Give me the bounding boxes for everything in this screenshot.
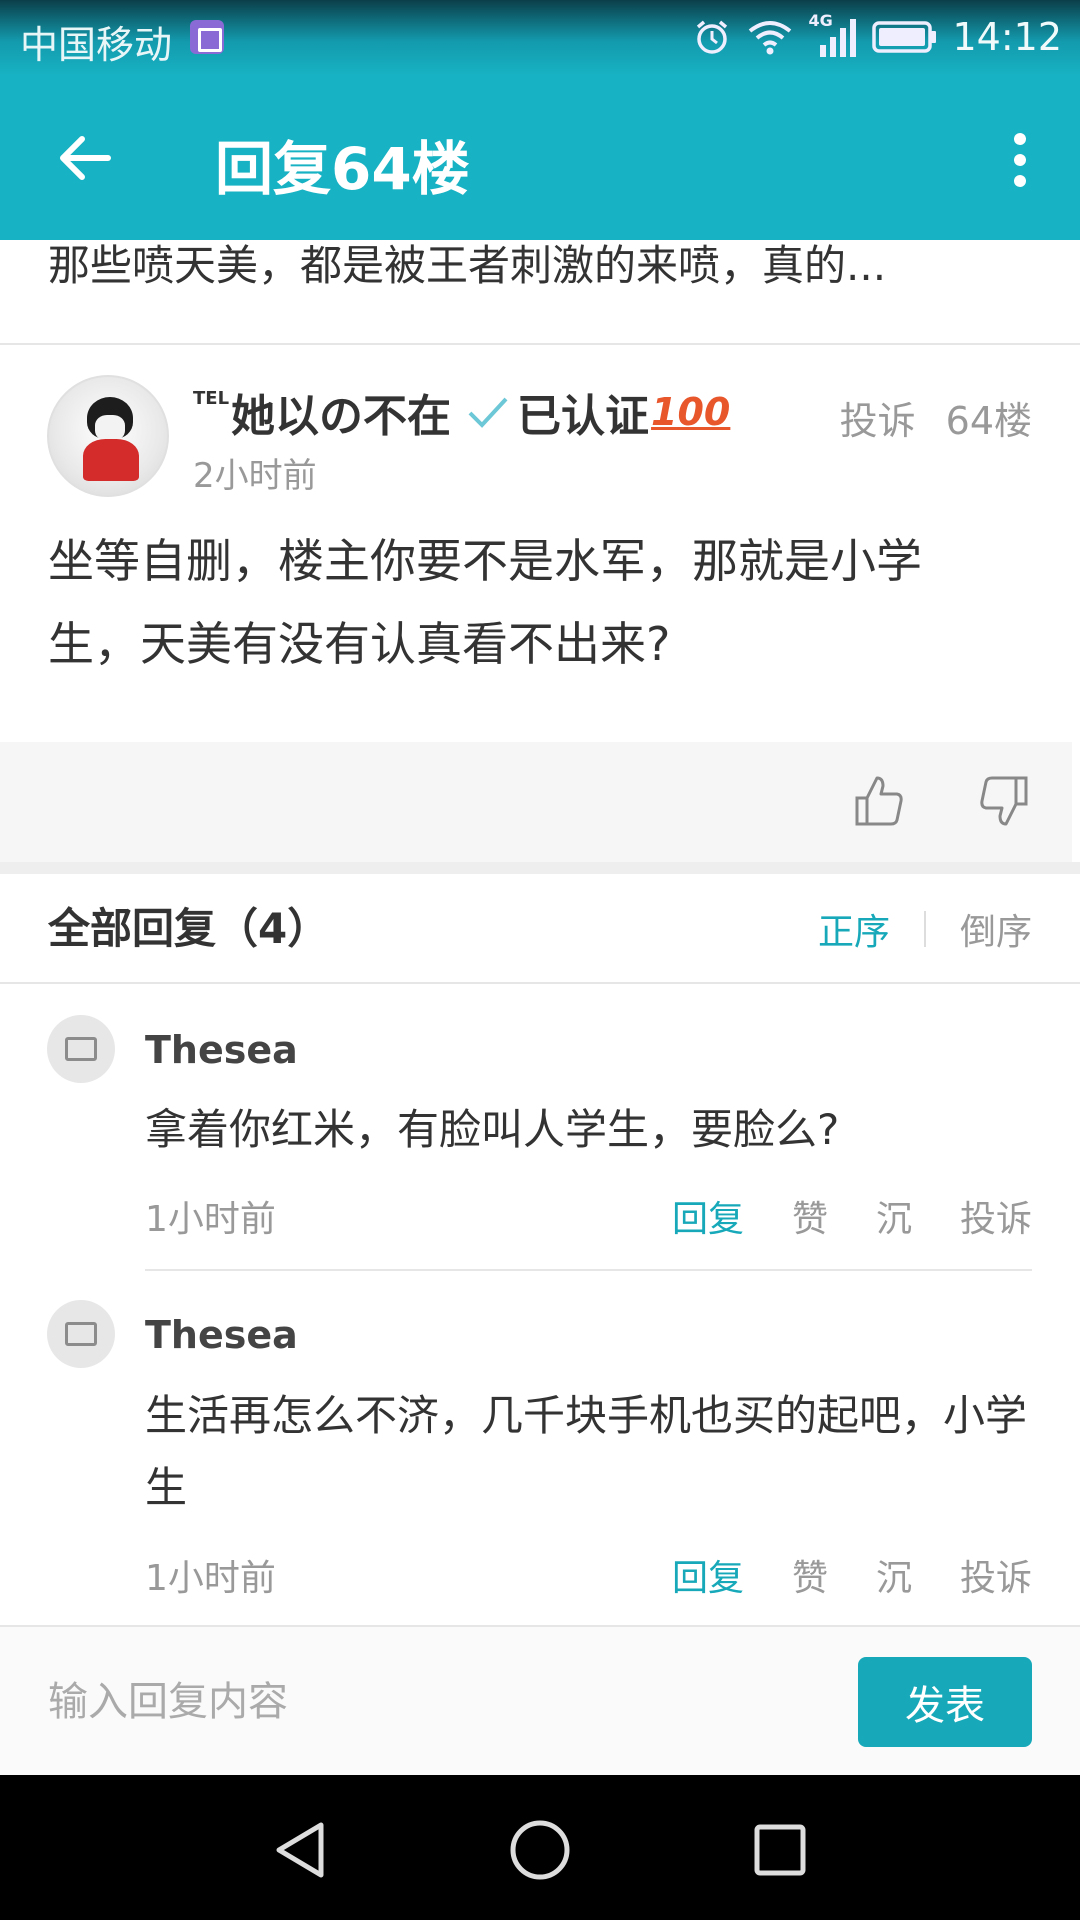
reply-author[interactable]: Thesea (145, 1313, 298, 1357)
reply-time: 1小时前 (145, 1558, 276, 1599)
all-replies-title: 全部回复（4） (48, 904, 330, 953)
reply-author[interactable]: Thesea (145, 1028, 298, 1072)
report-button[interactable]: 投诉 (960, 1190, 1032, 1242)
report-button[interactable]: 投诉 (840, 390, 916, 445)
reply-text: 生活再怎么不济，几千块手机也买的起吧，小学生 (145, 1391, 1028, 1512)
dislike-button[interactable] (978, 774, 1030, 828)
post-action-bar (0, 742, 1072, 862)
report-button[interactable]: 投诉 (960, 1549, 1032, 1601)
post-author[interactable]: TEL 她以の不在 已认证 100 (193, 380, 730, 444)
reply-actions: 回复 赞 沉 投诉 (672, 1549, 1032, 1601)
triangle-back-icon (276, 1822, 324, 1878)
divider (0, 982, 1080, 984)
like-button[interactable]: 赞 (792, 1549, 828, 1601)
avatar[interactable] (47, 1300, 115, 1368)
nav-recents-button[interactable] (735, 1805, 825, 1895)
sort-ascending-button[interactable]: 正序 (818, 903, 890, 955)
thumbs-down-icon (980, 776, 1028, 826)
clock: 14:12 (952, 15, 1062, 59)
page-title: 回复64楼 (215, 135, 470, 203)
verified-label: 已认证 (517, 391, 650, 442)
verified-check-icon (468, 397, 508, 428)
back-button[interactable] (50, 123, 120, 193)
reply-button[interactable]: 回复 (672, 1190, 744, 1242)
wifi-icon (749, 21, 792, 55)
post-meta: 投诉 64楼 (840, 390, 1032, 445)
reply-actions: 回复 赞 沉 投诉 (672, 1190, 1032, 1242)
arrow-left-icon (60, 136, 111, 180)
divider (145, 1269, 1032, 1271)
status-bar: 中国移动 4G 14:12 (0, 0, 1080, 75)
reply-input[interactable] (48, 1657, 828, 1747)
nav-back-button[interactable] (255, 1805, 345, 1895)
floor-number: 64楼 (945, 399, 1032, 443)
square-recents-icon (754, 1824, 806, 1876)
system-nav-bar (0, 1775, 1080, 1920)
send-button[interactable]: 发表 (858, 1657, 1032, 1747)
reply-input-bar: 发表 (0, 1625, 1080, 1775)
carrier-label: 中国移动 (20, 23, 173, 67)
signal-icon: 4G (808, 11, 858, 59)
avatar[interactable] (47, 1015, 115, 1083)
post-content: 坐等自删，楼主你要不是水军，那就是小学生，天美有没有认真看不出来? (48, 534, 922, 671)
like-button[interactable] (853, 774, 905, 828)
sort-descending-button[interactable]: 倒序 (960, 903, 1032, 955)
divider (0, 343, 1080, 345)
divider (923, 911, 926, 947)
sink-button[interactable]: 沉 (876, 1190, 912, 1242)
more-options-button[interactable] (1000, 125, 1040, 195)
hundred-points-badge: 100 (651, 390, 731, 434)
more-vertical-icon (1014, 133, 1026, 145)
sink-button[interactable]: 沉 (876, 1549, 912, 1601)
username-prefix: TEL (193, 387, 230, 409)
post-time: 2小时前 (193, 456, 317, 496)
section-separator (0, 862, 1080, 874)
nav-home-button[interactable] (495, 1805, 585, 1895)
sort-options: 正序 倒序 (818, 903, 1032, 955)
gallery-notification-icon (190, 20, 224, 54)
thumbs-up-icon (855, 776, 903, 826)
username: 她以の不在 (231, 391, 452, 442)
status-icons: 4G 14:12 (692, 10, 1062, 64)
reply-time: 1小时前 (145, 1199, 276, 1240)
app-bar: 回复64楼 (0, 75, 1080, 240)
reply-button[interactable]: 回复 (672, 1549, 744, 1601)
reply-text: 拿着你红米，有脸叫人学生，要脸么? (145, 1105, 840, 1154)
alarm-icon (697, 20, 728, 54)
battery-icon (872, 21, 937, 53)
avatar[interactable] (47, 375, 169, 497)
previous-reply-preview[interactable]: 那些喷天美，都是被王者刺激的来喷，真的... (48, 232, 1038, 293)
circle-home-icon (510, 1820, 570, 1880)
like-button[interactable]: 赞 (792, 1190, 828, 1242)
